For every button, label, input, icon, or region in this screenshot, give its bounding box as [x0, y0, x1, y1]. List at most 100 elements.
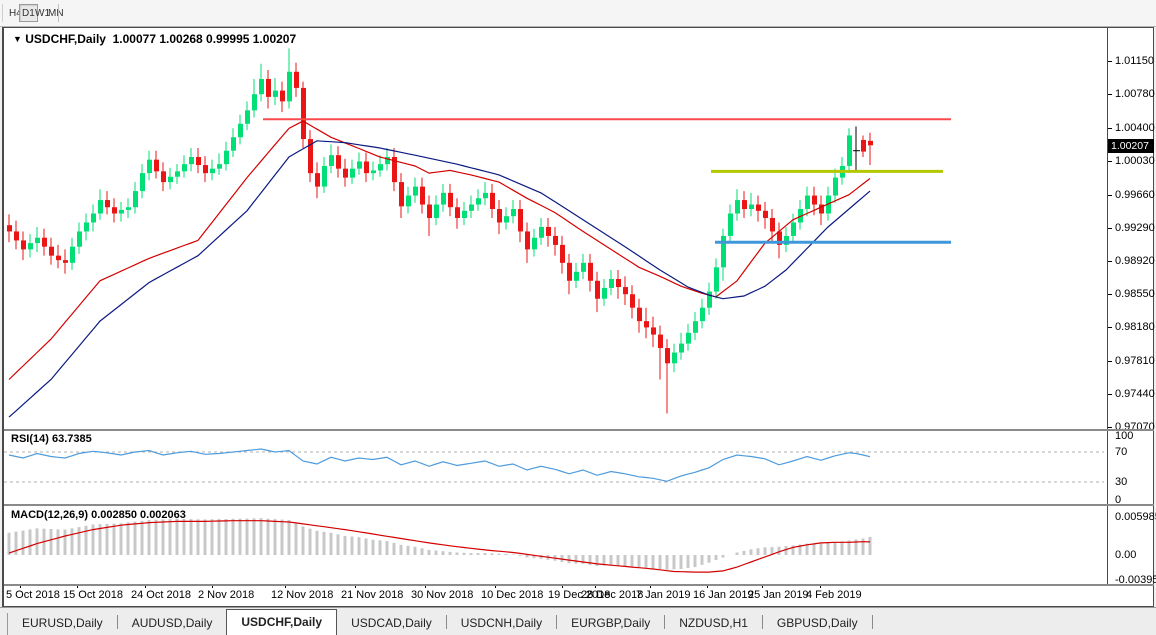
candle-body — [448, 192, 453, 208]
chevron-down-icon: ▼ — [13, 34, 22, 44]
candle-body — [525, 231, 530, 250]
candle-body — [245, 110, 250, 124]
timeframe-button-mn[interactable]: MN — [45, 4, 67, 22]
candle-body — [441, 192, 446, 205]
candle-body — [756, 204, 761, 211]
price-axis-label: 0.97440 — [1115, 388, 1155, 400]
price-axis-tick — [1108, 427, 1112, 428]
chart-tab-usdcad[interactable]: USDCAD,Daily — [337, 613, 446, 635]
candle-body — [329, 155, 334, 166]
rsi-line — [8, 448, 871, 482]
price-axis-label: 1.01150 — [1115, 55, 1154, 67]
candle-body — [700, 307, 705, 322]
rsi-panel-separator[interactable] — [4, 429, 1154, 431]
candle-body — [182, 164, 187, 172]
rsi-indicator-label: RSI(14) 63.7385 — [11, 433, 92, 445]
time-axis-label: 10 Dec 2018 — [481, 589, 544, 601]
tab-divider — [871, 615, 873, 629]
chart-tab-gbpusd[interactable]: GBPUSD,Daily — [763, 613, 872, 635]
time-axis-label: 21 Nov 2018 — [341, 589, 404, 601]
candle-body — [742, 200, 747, 210]
price-axis-tick — [1108, 195, 1112, 196]
candle-body — [539, 226, 544, 238]
chart-tab-usdchf[interactable]: USDCHF,Daily — [226, 609, 338, 635]
candle-body — [483, 192, 488, 199]
candle-body — [147, 159, 152, 174]
candle-body — [595, 280, 600, 299]
candle-body — [350, 168, 355, 178]
time-axis-separator — [4, 584, 1154, 586]
rsi-axis-label: 70 — [1115, 446, 1128, 458]
candle-body — [560, 244, 565, 263]
macd-panel-separator[interactable] — [4, 504, 1154, 506]
candle-body — [238, 123, 243, 138]
candle-body — [728, 213, 733, 236]
candle-body — [112, 207, 117, 214]
candle-body — [231, 137, 236, 151]
chart-tab-audusd[interactable]: AUDUSD,Daily — [118, 613, 227, 635]
candle-body — [315, 173, 320, 187]
price-axis-tick — [1108, 294, 1112, 295]
chart-title[interactable]: ▼ USDCHF,Daily 1.00077 1.00268 0.99995 1… — [13, 32, 296, 46]
chart-tab-usdcnh[interactable]: USDCNH,Daily — [447, 613, 556, 635]
candle-body — [455, 207, 460, 218]
chart-symbol-label: USDCHF,Daily — [25, 32, 106, 46]
candle-body — [133, 191, 138, 208]
candle-body — [609, 278, 614, 288]
macd-indicator-label: MACD(12,26,9) 0.002850 0.002063 — [11, 509, 186, 521]
candle-body — [84, 222, 89, 232]
ma-slow-line — [8, 140, 871, 418]
candle-body — [56, 255, 61, 261]
price-axis-label: 0.98550 — [1115, 288, 1155, 300]
candle-body — [259, 78, 264, 95]
chart-tab-nzdusd[interactable]: NZDUSD,H1 — [665, 613, 762, 635]
price-axis-tick — [1108, 228, 1112, 229]
candle-body — [7, 225, 12, 232]
rsi-axis-label: 30 — [1115, 476, 1128, 488]
candle-body — [490, 192, 495, 210]
price-axis-label: 0.97810 — [1115, 355, 1155, 367]
candle-body — [140, 173, 145, 192]
time-axis-label: 25 Jan 2019 — [748, 589, 809, 601]
current-price-tag: 1.00207 — [1108, 139, 1154, 153]
chart-tab-eurusd[interactable]: EURUSD,Daily — [8, 613, 117, 635]
price-axis-tick — [1108, 161, 1112, 162]
candle-body — [833, 177, 838, 196]
price-axis-label: 1.00400 — [1115, 122, 1155, 134]
candle-body — [70, 246, 75, 263]
time-axis-label: 16 Jan 2019 — [693, 589, 754, 601]
candle-body — [763, 210, 768, 218]
candle-body — [119, 209, 124, 214]
candle-body — [630, 294, 635, 308]
candle-body — [847, 135, 852, 166]
candle-body — [399, 182, 404, 207]
chart-tab-eurgbp[interactable]: EURGBP,Daily — [557, 613, 664, 635]
candle-body — [406, 195, 411, 207]
candle-body — [77, 231, 82, 247]
macd-axis-label: 0.00 — [1115, 549, 1137, 561]
candle-body — [343, 168, 348, 178]
price-axis-tick — [1108, 61, 1112, 62]
candle-body — [637, 307, 642, 322]
price-axis-label: 0.98180 — [1115, 321, 1155, 333]
candle-body — [504, 216, 509, 223]
price-axis-label: 1.00780 — [1115, 88, 1155, 100]
candle-body — [812, 195, 817, 205]
time-axis-label: 12 Nov 2018 — [271, 589, 334, 601]
rsi-axis-label: 100 — [1115, 430, 1134, 442]
time-axis-label: 28 Dec 2018 — [581, 589, 644, 601]
price-axis-label: 0.99660 — [1115, 189, 1155, 201]
candle-body — [469, 204, 474, 211]
candle-body — [266, 78, 271, 97]
candle-body — [336, 155, 341, 169]
candle-body — [602, 287, 607, 299]
candle-body — [273, 90, 278, 97]
toolbar-clipped-button — [0, 4, 3, 22]
candle-body — [532, 237, 537, 250]
time-axis-label: 4 Feb 2019 — [806, 589, 862, 601]
candle-body — [35, 237, 40, 244]
candle-body — [427, 204, 432, 218]
price-axis-label: 0.98920 — [1115, 255, 1155, 267]
candle-body — [49, 246, 54, 256]
candle-body — [679, 343, 684, 353]
